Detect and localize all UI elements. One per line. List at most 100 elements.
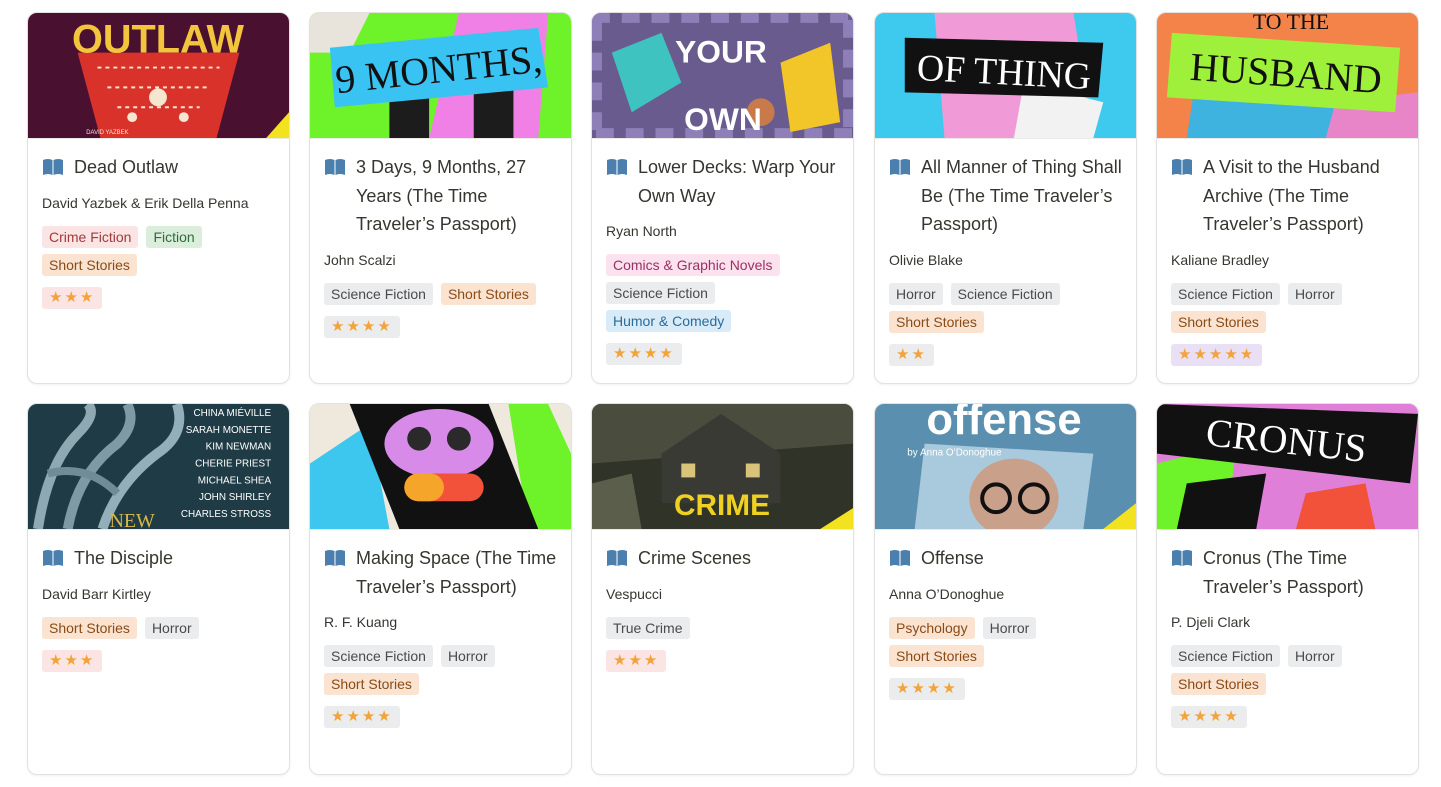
genre-tag[interactable]: Short Stories (889, 310, 984, 333)
rating-stars: ★★★★ (1171, 706, 1247, 728)
book-title[interactable]: The Disciple (74, 544, 173, 573)
book-title[interactable]: 3 Days, 9 Months, 27 Years (The Time Tra… (356, 153, 557, 239)
book-icon (1171, 548, 1193, 568)
svg-text:CHERIE PRIEST: CHERIE PRIEST (195, 459, 271, 470)
tag-list: Science Fiction Short Stories (324, 282, 557, 305)
book-title[interactable]: All Manner of Thing Shall Be (The Time T… (921, 153, 1122, 239)
svg-text:TO THE: TO THE (1253, 13, 1329, 34)
book-icon (606, 157, 628, 177)
genre-tag[interactable]: Horror (144, 616, 199, 639)
book-author: Vespucci (606, 585, 663, 602)
svg-text:SARAH MONETTE: SARAH MONETTE (186, 425, 272, 436)
book-icon (606, 548, 628, 568)
book-author: R. F. Kuang (324, 614, 398, 630)
genre-tag[interactable]: True Crime (606, 616, 690, 639)
book-cover (310, 404, 571, 530)
book-cover: offense by Anna O’Donoghue (875, 404, 1136, 530)
book-icon (889, 548, 911, 568)
svg-text:OUTLAW: OUTLAW (72, 18, 244, 62)
book-cover: HUSBAND TO THE (1157, 13, 1418, 139)
genre-tag[interactable]: Comics & Graphic Novels (606, 254, 780, 276)
book-card[interactable]: HUSBAND TO THE A Visit to the Husband Ar… (1156, 12, 1419, 384)
rating-stars: ★★★★★ (1171, 343, 1263, 366)
book-cover: OUTLAW DAVID YAZBEK (28, 13, 289, 139)
book-icon (889, 157, 911, 177)
genre-tag[interactable]: Science Fiction (324, 645, 433, 667)
genre-tag[interactable]: Science Fiction (1171, 282, 1280, 305)
svg-text:OWN: OWN (684, 101, 762, 137)
genre-tag[interactable]: Short Stories (1171, 310, 1266, 333)
book-cover: OF THING (875, 13, 1136, 139)
rating-stars: ★★ (889, 343, 934, 366)
rating-stars: ★★★ (606, 649, 667, 672)
genre-tag[interactable]: Short Stories (42, 616, 137, 639)
rating-stars: ★★★★ (324, 315, 400, 338)
genre-tag[interactable]: Humor & Comedy (606, 310, 732, 332)
genre-tag[interactable]: Horror (982, 616, 1037, 639)
svg-text:offense: offense (926, 404, 1081, 444)
book-gallery: OUTLAW DAVID YAZBEK Dead Outlaw David Ya… (0, 0, 1441, 787)
tag-list: Psychology Horror Short Stories (889, 616, 1122, 667)
genre-tag[interactable]: Fiction (146, 225, 202, 248)
book-icon (324, 157, 346, 177)
tag-list: Science Fiction Horror Short Stories (1171, 645, 1404, 695)
svg-text:CHARLES STROSS: CHARLES STROSS (181, 509, 272, 520)
svg-text:KIM NEWMAN: KIM NEWMAN (206, 442, 272, 453)
book-author: David Barr Kirtley (42, 585, 151, 602)
svg-text:NEW: NEW (110, 510, 155, 529)
genre-tag[interactable]: Short Stories (42, 253, 137, 276)
book-title[interactable]: A Visit to the Husband Archive (The Time… (1203, 153, 1404, 239)
book-cover: CRONUS (1157, 404, 1418, 530)
book-cover: 9 MONTHS, (310, 13, 571, 139)
book-card[interactable]: CRONUS Cronus (The Time Traveler’s Passp… (1156, 403, 1419, 775)
book-cover: YOUR OWN (592, 13, 853, 139)
book-title[interactable]: Lower Decks: Warp Your Own Way (638, 153, 839, 210)
book-author: Olivie Blake (889, 251, 963, 268)
genre-tag[interactable]: Short Stories (440, 282, 536, 305)
genre-tag[interactable]: Horror (1287, 282, 1342, 305)
book-card[interactable]: OUTLAW DAVID YAZBEK Dead Outlaw David Ya… (27, 12, 290, 384)
book-title[interactable]: Dead Outlaw (74, 153, 178, 182)
book-title[interactable]: Making Space (The Time Traveler’s Passpo… (356, 544, 557, 601)
book-cover: NEW CHINA MIÉVILLE SARAH MONETTE KIM NEW… (28, 404, 289, 530)
genre-tag[interactable]: Crime Fiction (42, 225, 139, 248)
genre-tag[interactable]: Psychology (889, 616, 975, 639)
tag-list: Science Fiction Horror Short Stories (324, 645, 557, 695)
genre-tag[interactable]: Horror (1287, 645, 1342, 667)
svg-text:by Anna O’Donoghue: by Anna O’Donoghue (907, 448, 1002, 459)
tag-list: Science Fiction Horror Short Stories (1171, 282, 1404, 333)
book-author: Ryan North (606, 223, 677, 239)
book-author: David Yazbek & Erik Della Penna (42, 194, 249, 211)
genre-tag[interactable]: Horror (440, 645, 495, 667)
book-card[interactable]: CRIME Crime Scenes Vespucci True Crime ★… (591, 403, 854, 775)
rating-stars: ★★★★ (324, 706, 400, 728)
book-card[interactable]: NEW CHINA MIÉVILLE SARAH MONETTE KIM NEW… (27, 403, 290, 775)
book-card[interactable]: YOUR OWN Lower Decks: Warp Your Own Way … (591, 12, 854, 384)
genre-tag[interactable]: Horror (889, 282, 943, 305)
book-author: Kaliane Bradley (1171, 251, 1270, 268)
book-card[interactable]: Making Space (The Time Traveler’s Passpo… (309, 403, 572, 775)
rating-stars: ★★★ (42, 649, 103, 672)
book-card[interactable]: offense by Anna O’Donoghue Offense Anna … (874, 403, 1137, 775)
genre-tag[interactable]: Science Fiction (606, 282, 715, 304)
tag-list: Short Stories Horror (42, 616, 275, 639)
book-icon (42, 157, 64, 177)
book-card[interactable]: OF THING All Manner of Thing Shall Be (T… (874, 12, 1137, 384)
genre-tag[interactable]: Science Fiction (324, 282, 433, 305)
svg-text:CHINA MIÉVILLE: CHINA MIÉVILLE (193, 408, 271, 419)
tag-list: Horror Science Fiction Short Stories (889, 282, 1122, 333)
book-title[interactable]: Cronus (The Time Traveler’s Passport) (1203, 544, 1404, 601)
genre-tag[interactable]: Science Fiction (950, 282, 1060, 305)
genre-tag[interactable]: Science Fiction (1171, 645, 1280, 667)
book-author: Anna O’Donoghue (889, 585, 1005, 602)
svg-text:MICHAEL SHEA: MICHAEL SHEA (198, 475, 272, 486)
book-title[interactable]: Offense (921, 544, 984, 573)
genre-tag[interactable]: Short Stories (1171, 673, 1266, 695)
svg-text:DAVID YAZBEK: DAVID YAZBEK (86, 130, 128, 136)
tag-list: Comics & Graphic Novels Science Fiction Hu… (606, 254, 839, 332)
book-title[interactable]: Crime Scenes (638, 544, 751, 573)
book-card[interactable]: 9 MONTHS, 3 Days, 9 Months, 27 Years (Th… (309, 12, 572, 384)
svg-text:JOHN SHIRLEY: JOHN SHIRLEY (199, 492, 272, 503)
genre-tag[interactable]: Short Stories (324, 673, 419, 695)
genre-tag[interactable]: Short Stories (889, 644, 984, 667)
